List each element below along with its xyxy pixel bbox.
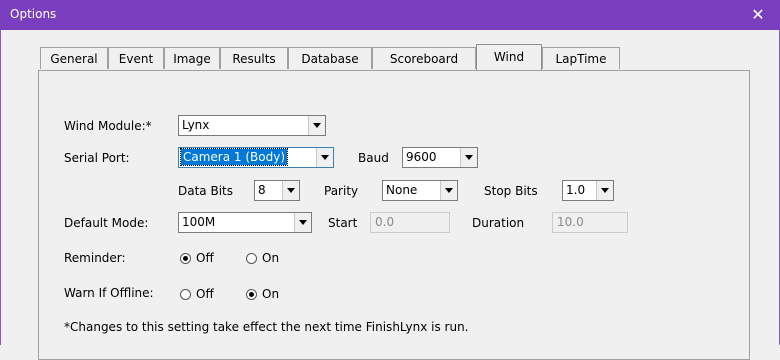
stop-bits-select[interactable]: 1.0 [562,180,614,201]
reminder-label: Reminder: [64,251,126,265]
tab-general[interactable]: General [40,47,108,69]
baud-select[interactable]: 9600 [402,147,478,168]
default-mode-select[interactable]: 100M [178,212,312,233]
tab-wind[interactable]: Wind [476,44,542,70]
start-value: 0.0 [375,215,395,229]
wind-module-label: Wind Module:* [64,119,152,133]
start-label: Start [328,216,358,230]
duration-input[interactable]: 10.0 [552,212,628,233]
close-icon[interactable]: ✕ [736,0,780,30]
radio-unselected-icon[interactable] [246,253,257,264]
serial-port-value: Camera 1 (Body) [179,148,289,166]
warn-offline-on-label: On [262,287,280,301]
stop-bits-label: Stop Bits [484,184,538,198]
data-bits-value: 8 [258,183,266,197]
baud-value: 9600 [406,150,437,164]
chevron-down-icon[interactable] [460,148,477,167]
serial-port-label: Serial Port: [64,151,130,165]
stop-bits-value: 1.0 [566,183,586,197]
parity-value: None [386,183,418,197]
chevron-down-icon[interactable] [282,181,299,200]
reminder-off-radio[interactable]: Off [180,251,230,267]
warn-offline-on-radio[interactable]: On [246,287,296,303]
title-bar: Options ✕ [0,0,780,30]
radio-unselected-icon[interactable] [180,289,191,300]
footnote-text: *Changes to this setting take effect the… [64,320,469,334]
default-mode-label: Default Mode: [64,216,149,230]
warn-offline-label: Warn If Offline: [64,286,154,300]
wind-module-value: Lynx [182,118,210,132]
data-bits-select[interactable]: 8 [254,180,300,201]
chevron-down-icon[interactable] [316,148,333,167]
tab-image[interactable]: Image [164,47,220,69]
baud-label: Baud [358,151,389,165]
tab-event[interactable]: Event [108,47,164,69]
duration-label: Duration [472,216,525,230]
tab-results[interactable]: Results [220,47,288,69]
warn-offline-off-radio[interactable]: Off [180,287,230,303]
start-input[interactable]: 0.0 [370,212,450,233]
reminder-off-label: Off [196,251,214,265]
chevron-down-icon[interactable] [294,213,311,232]
chevron-down-icon[interactable] [308,116,325,135]
window-title: Options [10,7,57,21]
reminder-on-radio[interactable]: On [246,251,296,267]
chevron-down-icon[interactable] [596,181,613,200]
duration-value: 10.0 [557,215,584,229]
warn-offline-off-label: Off [196,287,214,301]
wind-module-select[interactable]: Lynx [178,115,326,136]
serial-port-select[interactable]: Camera 1 (Body) [178,147,334,168]
chevron-down-icon[interactable] [440,181,457,200]
parity-label: Parity [324,184,359,198]
tab-database[interactable]: Database [288,47,372,69]
default-mode-value: 100M [182,215,216,229]
tab-laptime[interactable]: LapTime [542,47,620,69]
radio-selected-icon[interactable] [180,253,191,264]
radio-selected-icon[interactable] [246,289,257,300]
parity-select[interactable]: None [382,180,458,201]
tab-scoreboard[interactable]: Scoreboard [372,47,476,69]
data-bits-label: Data Bits [178,184,233,198]
reminder-on-label: On [262,251,280,265]
